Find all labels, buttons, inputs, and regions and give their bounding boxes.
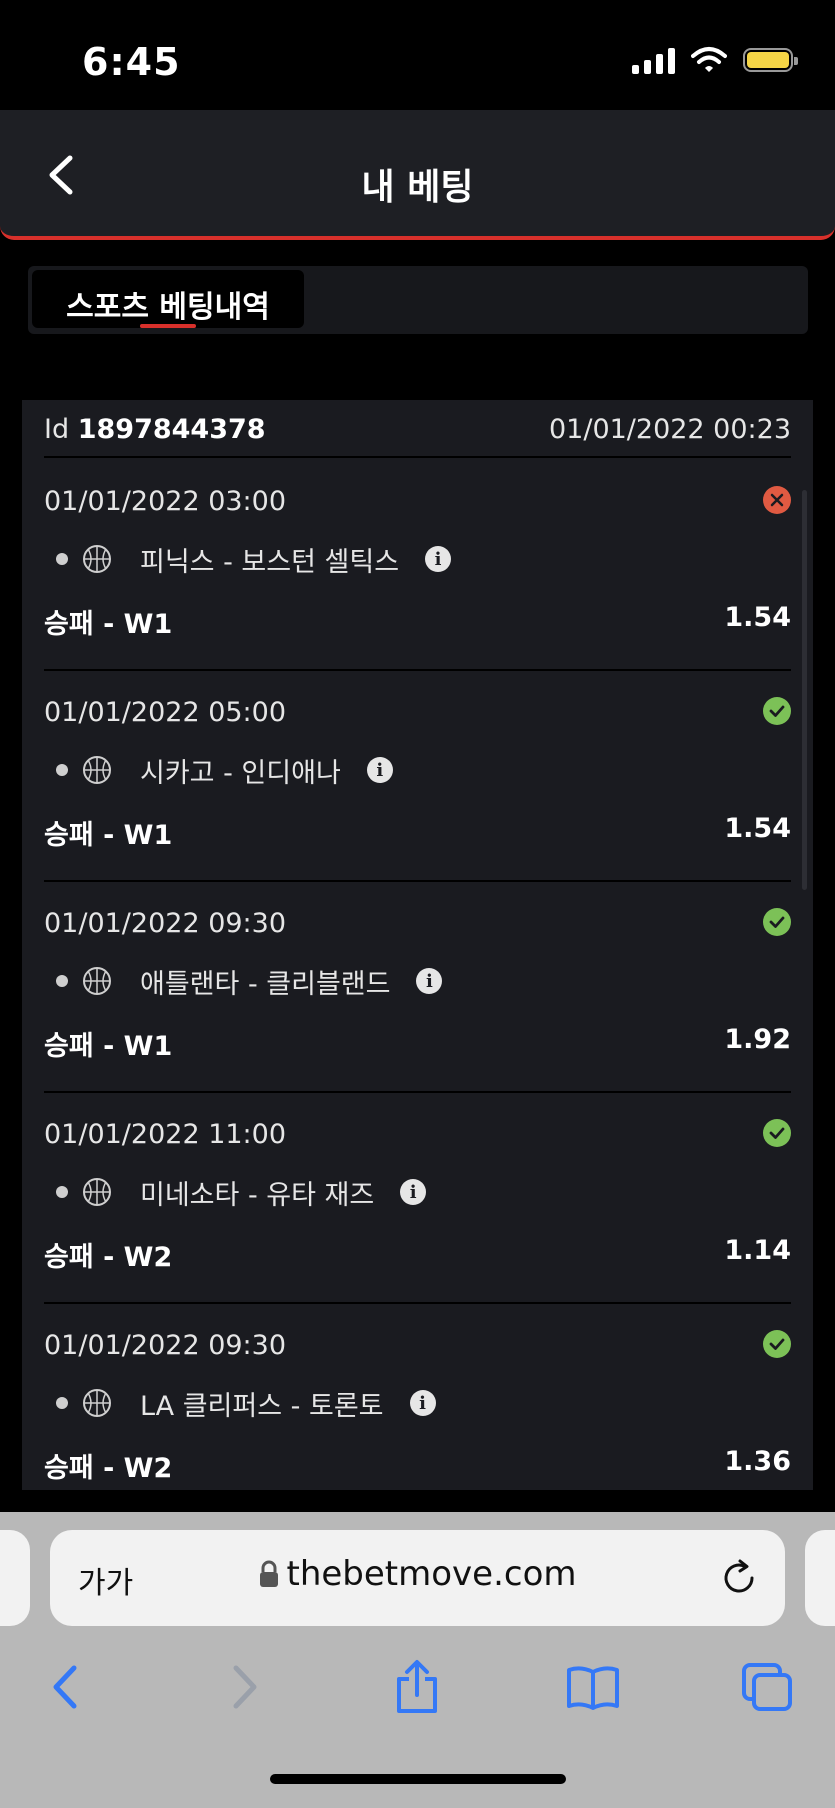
page-title: 내 베팅 (361, 167, 474, 208)
selection-time: 01/01/2022 03:00 (44, 486, 287, 517)
bullet-dot (56, 553, 68, 565)
basketball-icon (82, 966, 112, 996)
next-tab-pill[interactable] (805, 1530, 835, 1626)
bullet-dot (56, 1186, 68, 1198)
match-row: 애틀랜타 - 클리블랜드 i (56, 964, 443, 1000)
selection-time: 01/01/2022 09:30 (44, 1330, 287, 1361)
bet-card: Id 1897844378 01/01/2022 00:23 01/01/202… (22, 400, 813, 1490)
bet-id-label: Id (44, 414, 70, 445)
basketball-icon (82, 544, 112, 574)
odds-value: 1.54 (724, 813, 791, 844)
scrollbar[interactable] (802, 490, 807, 890)
bullet-dot (56, 1397, 68, 1409)
market-label: 승패 - W1 (44, 609, 173, 640)
info-icon[interactable]: i (416, 968, 443, 994)
status-icons (632, 46, 798, 74)
lock-icon (260, 1560, 279, 1587)
url-text: thebetmove.com (286, 1554, 577, 1594)
tab-label: 스포츠 베팅내역 (66, 290, 270, 325)
home-indicator (270, 1774, 566, 1784)
odds-value: 1.14 (724, 1235, 791, 1266)
won-status-icon (763, 1330, 791, 1358)
match-name: 미네소타 - 유타 재즈 (140, 1179, 375, 1211)
status-time: 6:45 (82, 40, 181, 84)
url-display[interactable]: thebetmove.com (50, 1554, 785, 1594)
match-row: 피닉스 - 보스턴 셀틱스 i (56, 542, 452, 578)
browser-toolbar: 가가 thebetmove.com (0, 1512, 835, 1808)
bullet-dot (56, 764, 68, 776)
browser-forward-icon[interactable] (210, 1652, 280, 1722)
address-bar[interactable]: 가가 thebetmove.com (50, 1530, 785, 1626)
info-icon[interactable]: i (409, 1390, 436, 1416)
tab-active-indicator (140, 324, 196, 328)
bet-id-value: 1897844378 (77, 414, 266, 445)
match-row: 미네소타 - 유타 재즈 i (56, 1175, 427, 1211)
won-status-icon (763, 908, 791, 936)
cellular-signal-icon (632, 46, 675, 74)
bet-selection-row: 01/01/2022 09:30 애틀랜타 - 클리블랜드 i 승패 - W1 1.92 (44, 880, 791, 1093)
bet-placed-date: 01/01/2022 00:23 (548, 414, 791, 445)
market-label: 승패 - W2 (44, 1453, 173, 1484)
reload-icon[interactable] (719, 1558, 759, 1598)
basketball-icon (82, 755, 112, 785)
market-label: 승패 - W1 (44, 820, 173, 851)
info-icon[interactable]: i (425, 546, 452, 572)
bet-selection-row: 01/01/2022 05:00 시카고 - 인디애나 i 승패 - W1 1.54 (44, 669, 791, 882)
match-name: 피닉스 - 보스턴 셀틱스 (140, 546, 400, 578)
selection-time: 01/01/2022 09:30 (44, 908, 287, 939)
battery-icon (743, 48, 798, 72)
info-icon[interactable]: i (366, 757, 393, 783)
share-icon[interactable] (382, 1652, 452, 1722)
bet-selection-row: 01/01/2022 09:30 LA 클리퍼스 - 토론토 i 승패 - W2 1.3… (44, 1302, 791, 1490)
match-row: LA 클리퍼스 - 토론토 i (56, 1386, 436, 1422)
market-label: 승패 - W1 (44, 1031, 173, 1062)
bookmarks-icon[interactable] (558, 1652, 628, 1722)
match-name: 시카고 - 인디애나 (140, 757, 341, 789)
status-bar: 6:45 (0, 0, 835, 110)
page-header: 내 베팅 (0, 110, 835, 240)
bet-card-header: Id 1897844378 01/01/2022 00:23 (44, 400, 791, 458)
tabs-icon[interactable] (732, 1652, 802, 1722)
match-name: 애틀랜타 - 클리블랜드 (140, 968, 391, 1000)
browser-back-icon[interactable] (30, 1652, 100, 1722)
basketball-icon (82, 1388, 112, 1418)
bullet-dot (56, 975, 68, 987)
match-name: LA 클리퍼스 - 토론토 (140, 1390, 384, 1422)
won-status-icon (763, 1119, 791, 1147)
lost-status-icon (763, 486, 791, 514)
odds-value: 1.54 (724, 602, 791, 633)
selection-time: 01/01/2022 05:00 (44, 697, 287, 728)
odds-value: 1.36 (724, 1446, 791, 1477)
info-icon[interactable]: i (400, 1179, 427, 1205)
basketball-icon (82, 1177, 112, 1207)
match-row: 시카고 - 인디애나 i (56, 753, 393, 789)
browser-nav-bar (0, 1652, 835, 1722)
bet-selection-row: 01/01/2022 11:00 미네소타 - 유타 재즈 i 승패 - W2 1.14 (44, 1091, 791, 1304)
won-status-icon (763, 697, 791, 725)
tab-sports-betting-history[interactable]: 스포츠 베팅내역 (32, 270, 304, 328)
odds-value: 1.92 (724, 1024, 791, 1055)
previous-tab-pill[interactable] (0, 1530, 30, 1626)
market-label: 승패 - W2 (44, 1242, 173, 1273)
bet-selection-row: 01/01/2022 03:00 피닉스 - 보스턴 셀틱스 i 승패 - W1 1.5… (44, 458, 791, 671)
wifi-icon (691, 47, 727, 72)
tab-bar: 스포츠 베팅내역 (28, 266, 808, 334)
bet-id: Id 1897844378 (44, 414, 266, 445)
selection-time: 01/01/2022 11:00 (44, 1119, 287, 1150)
